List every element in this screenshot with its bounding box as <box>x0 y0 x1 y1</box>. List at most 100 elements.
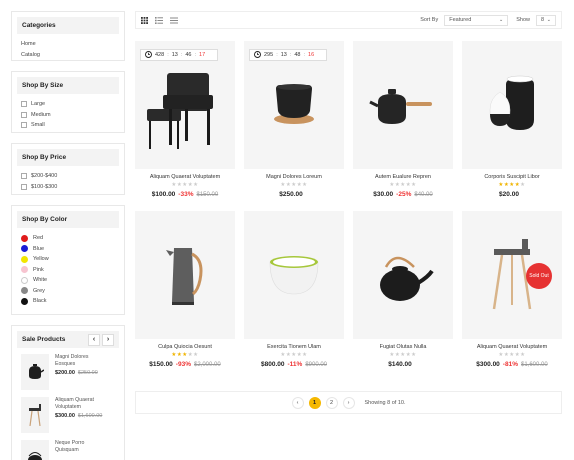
next-page-button[interactable]: › <box>342 396 355 409</box>
product-image[interactable] <box>244 211 344 339</box>
color-option-white[interactable]: White <box>21 275 115 286</box>
color-label: Black <box>33 298 47 305</box>
size-filter-title: Shop By Size <box>17 77 119 94</box>
product-price: $800.00 <box>260 361 285 368</box>
results-count: Showing 8 of 10. <box>364 399 406 406</box>
sale-item-name[interactable]: Quisquam <box>55 447 84 454</box>
clock-icon <box>254 50 261 60</box>
color-option-yellow[interactable]: Yellow <box>21 254 115 265</box>
color-option-blue[interactable]: Blue <box>21 244 115 255</box>
product-rating: ★★★★★ <box>353 352 453 358</box>
prev-page-button[interactable]: ‹ <box>291 396 304 409</box>
product-name[interactable]: Aliquam Quaerat Voluptatem <box>462 344 562 350</box>
product-thumbnail[interactable] <box>21 354 49 390</box>
sidebar: Categories Home Catalog Shop By Size Lar… <box>11 11 125 460</box>
color-label: Yellow <box>33 256 49 263</box>
product-name[interactable]: Fugiat Olutas Nulla <box>353 344 453 350</box>
carousel-next-button[interactable]: › <box>102 333 114 346</box>
timer-seconds: 17 <box>199 52 206 58</box>
size-option-small[interactable]: Small <box>21 120 115 131</box>
category-home[interactable]: Home <box>21 39 115 50</box>
product-price: $30.00 <box>373 191 394 198</box>
product-card[interactable]: Fugiat Olutas Nulla ★★★★★ $140.00 <box>353 211 453 368</box>
timer-days: 428 <box>155 52 165 58</box>
product-name[interactable]: Autem Eualure Repren <box>353 174 453 180</box>
product-image[interactable]: 295: 13: 48: 16 <box>244 41 344 169</box>
color-filter-box: Shop By Color Red Blue Yellow Pink White… <box>11 205 125 315</box>
product-card[interactable]: Culpa Quiocia Oesunt ★★★★★ $150.00 -93% $2… <box>135 211 235 368</box>
product-name[interactable]: Culpa Quiocia Oesunt <box>135 344 235 350</box>
product-image[interactable]: 428: 13: 46: 17 <box>135 41 235 169</box>
color-option-grey[interactable]: Grey <box>21 286 115 297</box>
product-thumbnail[interactable] <box>21 440 49 460</box>
sale-item-name[interactable]: Magni Dolores <box>55 354 98 361</box>
page-1-button[interactable]: 1 <box>308 396 321 409</box>
page-2-button[interactable]: 2 <box>325 396 338 409</box>
categories-box: Categories Home Catalog <box>11 11 125 61</box>
product-card[interactable]: Exercita Tionem Ulam ★★★★★ $800.00 -11% $9… <box>244 211 344 368</box>
product-name[interactable]: Corporis Suscipit Libor <box>462 174 562 180</box>
size-label: Medium <box>31 111 51 118</box>
product-rating: ★★★★★ <box>135 352 235 358</box>
color-option-pink[interactable]: Pink <box>21 265 115 276</box>
checkbox[interactable] <box>21 173 27 180</box>
product-card[interactable]: Autem Eualure Repren ★★★★★ $30.00 -25% $40… <box>353 41 453 198</box>
checkbox[interactable] <box>21 183 27 190</box>
price-option-200-400[interactable]: $200-$400 <box>21 171 115 182</box>
old-price: $150.00 <box>196 192 219 198</box>
checkbox[interactable] <box>21 101 27 108</box>
color-label: Grey <box>33 287 45 294</box>
sale-item[interactable]: Aliquam Quaerat Voluptatem $300.00 $1,600… <box>17 391 119 434</box>
sort-select[interactable]: Featured ⌄ <box>444 14 509 26</box>
color-option-red[interactable]: Red <box>21 233 115 244</box>
checkbox[interactable] <box>21 111 27 118</box>
sale-item[interactable]: Neque Porro Quisquam <box>17 434 119 460</box>
show-select[interactable]: 8 ⌄ <box>536 14 556 26</box>
product-grid: 428: 13: 46: 17 Aliquam Quaerat Voluptat… <box>135 41 562 368</box>
product-card[interactable]: 428: 13: 46: 17 Aliquam Quaerat Voluptat… <box>135 41 235 198</box>
product-name[interactable]: Aliquam Quaerat Voluptatem <box>135 174 235 180</box>
star-icon: ★ <box>193 352 199 358</box>
product-image[interactable]: Sold Out <box>462 211 562 339</box>
sale-item[interactable]: Magni Dolores Eosques $200.00 $250.00 <box>17 348 119 391</box>
checkbox[interactable] <box>21 122 27 129</box>
list-view-icon[interactable] <box>155 11 163 29</box>
pagination: ‹ 1 2 › Showing 8 of 10. <box>135 391 562 414</box>
product-image[interactable] <box>353 41 453 169</box>
carousel-prev-button[interactable]: ‹ <box>88 333 100 346</box>
size-option-medium[interactable]: Medium <box>21 110 115 121</box>
product-card[interactable]: 295: 13: 48: 16 Magni Dolores Loreum ★★★… <box>244 41 344 198</box>
timer-hours: 13 <box>280 52 287 58</box>
product-image[interactable] <box>462 41 562 169</box>
sale-item-name[interactable]: Eosques <box>55 361 98 368</box>
size-option-large[interactable]: Large <box>21 99 115 110</box>
compact-list-icon[interactable] <box>170 11 178 29</box>
color-swatch <box>21 276 28 284</box>
listing-toolbar: Sort By Featured ⌄ Show 8 ⌄ <box>135 11 562 29</box>
product-name[interactable]: Magni Dolores Loreum <box>244 174 344 180</box>
product-rating: ★★★★★ <box>244 352 344 358</box>
product-card[interactable]: Corporis Suscipit Libor ★★★★★ $20.00 <box>462 41 562 198</box>
color-label: White <box>33 277 48 284</box>
grid-view-icon[interactable] <box>141 11 148 29</box>
color-label: Pink <box>33 266 44 273</box>
product-price: $140.00 <box>388 361 412 368</box>
color-option-black[interactable]: Black <box>21 296 115 307</box>
sale-item-name[interactable]: Voluptatem <box>55 404 102 411</box>
star-icon: ★ <box>520 352 526 358</box>
old-price: $2,000.00 <box>193 362 221 368</box>
sale-item-name[interactable]: Aliquam Quaerat <box>55 397 102 404</box>
star-icon: ★ <box>520 182 526 188</box>
price-option-100-300[interactable]: $100-$300 <box>21 182 115 193</box>
product-name[interactable]: Exercita Tionem Ulam <box>244 344 344 350</box>
product-card[interactable]: Sold Out Aliquam Quaerat Voluptatem ★★★★… <box>462 211 562 368</box>
category-catalog[interactable]: Catalog <box>21 50 115 61</box>
color-swatch <box>21 297 28 305</box>
discount-badge: -25% <box>396 191 412 198</box>
product-image[interactable] <box>353 211 453 339</box>
product-thumbnail[interactable] <box>21 397 49 433</box>
product-image[interactable] <box>135 211 235 339</box>
sale-item-name[interactable]: Neque Porro <box>55 440 84 447</box>
show-label: Show <box>516 17 530 23</box>
sort-value: Featured <box>449 17 472 23</box>
